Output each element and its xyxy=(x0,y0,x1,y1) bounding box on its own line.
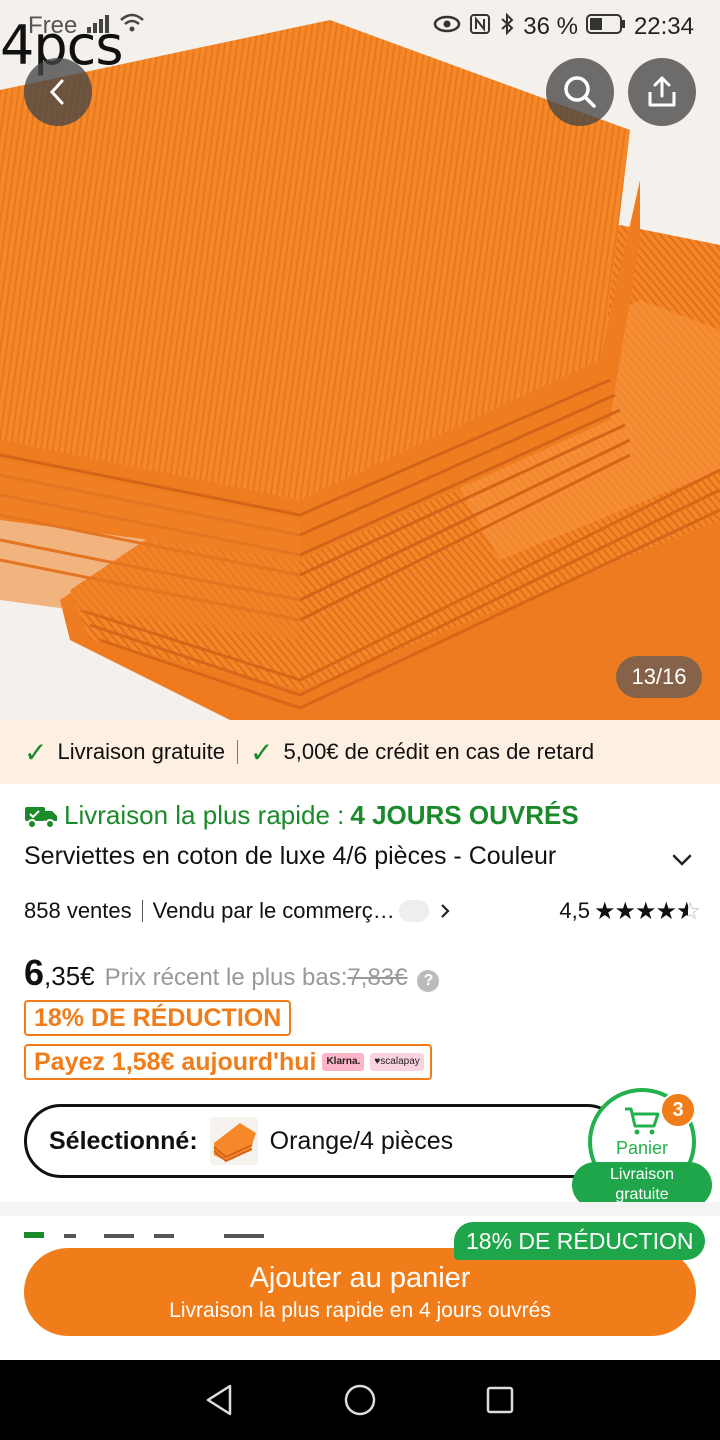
bluetooth-icon xyxy=(499,12,515,42)
cart-label: Panier xyxy=(615,1138,669,1158)
search-button[interactable] xyxy=(546,58,614,126)
nfc-icon xyxy=(469,13,491,41)
next-section-peek xyxy=(24,1232,264,1238)
add-to-cart-subtitle: Livraison la plus rapide en 4 jours ouvr… xyxy=(169,1298,551,1322)
status-bar: Free 36 % 22:34 xyxy=(0,8,720,44)
cta-discount-tag: 18% DE RÉDUCTION xyxy=(454,1222,706,1260)
divider xyxy=(237,740,239,764)
cart-icon xyxy=(625,1107,660,1135)
nav-recents-icon[interactable] xyxy=(480,1380,520,1420)
product-title-text: Serviettes en coton de luxe 4/6 pièces -… xyxy=(24,842,557,870)
product-meta-row: 858 ventes Vendu par le commerç… 4,5 ★★★… xyxy=(24,896,700,926)
add-to-cart-button[interactable]: Ajouter au panier Livraison la plus rapi… xyxy=(24,1248,696,1336)
seller-link[interactable]: Vendu par le commerç… xyxy=(153,898,395,924)
chevron-right-icon[interactable] xyxy=(435,901,455,921)
scalapay-logo: ♥scalapay xyxy=(370,1053,424,1071)
product-photo xyxy=(0,20,720,720)
price: 6,35€ xyxy=(24,952,95,993)
delivery-benefits-strip[interactable]: ✓ Livraison gratuite ✓ 5,00€ de crédit e… xyxy=(0,720,720,784)
selected-label: Sélectionné: xyxy=(49,1126,198,1155)
chevron-down-icon[interactable] xyxy=(670,848,694,872)
price-row: 6,35€ Prix récent le plus bas:7,83€ ? xyxy=(24,952,440,994)
cart-count-badge: 3 xyxy=(660,1092,696,1128)
chevron-left-icon xyxy=(49,79,64,105)
klarna-logo: Klarna. xyxy=(322,1053,365,1071)
fastest-delivery: Livraison la plus rapide : 4 JOURS OUVRÉ… xyxy=(24,800,579,831)
carrier-label: Free xyxy=(28,12,78,39)
variant-selector[interactable]: Sélectionné: Orange/4 pièces xyxy=(24,1104,624,1178)
check-icon: ✓ xyxy=(250,736,274,768)
eye-icon xyxy=(433,14,461,40)
image-pager: 13/16 xyxy=(616,656,702,698)
installment-badge[interactable]: Payez 1,58€ aujourd'hui Klarna. ♥scalapa… xyxy=(24,1044,432,1080)
add-to-cart-label: Ajouter au panier xyxy=(249,1261,471,1294)
section-divider xyxy=(0,1202,720,1216)
recent-lowest-price: Prix récent le plus bas:7,83€ xyxy=(104,964,408,991)
signal-icon xyxy=(85,13,111,39)
share-button[interactable] xyxy=(628,58,696,126)
search-icon xyxy=(564,76,596,108)
pay-today-text: Payez 1,58€ aujourd'hui xyxy=(34,1047,317,1076)
check-icon: ✓ xyxy=(24,736,48,768)
battery-percent: 36 % xyxy=(523,13,578,40)
help-icon[interactable]: ? xyxy=(417,970,440,992)
fastest-delivery-label: Livraison la plus rapide : xyxy=(64,800,345,830)
delivery-truck-icon xyxy=(25,806,57,829)
fastest-delivery-value: 4 JOURS OUVRÉS xyxy=(350,800,579,830)
nav-home-icon[interactable] xyxy=(340,1380,380,1420)
share-icon xyxy=(648,76,676,107)
wifi-icon xyxy=(119,13,145,39)
rating-value: 4,5 xyxy=(559,898,590,923)
late-credit-text: 5,00€ de crédit en cas de retard xyxy=(283,739,595,764)
rating[interactable]: 4,5 ★★★★★☆ xyxy=(559,897,700,926)
sales-count: 858 ventes xyxy=(24,898,132,923)
discount-badge: 18% DE RÉDUCTION xyxy=(24,1000,292,1036)
product-title[interactable]: Serviettes en coton de luxe 4/6 pièces -… xyxy=(24,842,700,876)
free-shipping-text: Livraison gratuite xyxy=(57,739,226,764)
variant-thumbnail xyxy=(209,1117,258,1165)
product-image-carousel[interactable]: 4pcs Free 36 % 22:34 13/16 xyxy=(0,0,720,720)
nav-back-icon[interactable] xyxy=(200,1380,240,1420)
back-button[interactable] xyxy=(24,58,92,126)
system-nav-bar xyxy=(0,1360,720,1440)
star-rating-icon: ★★★★★☆ xyxy=(593,897,700,925)
seller-logo xyxy=(398,900,429,922)
battery-icon xyxy=(585,13,626,41)
selected-value: Orange/4 pièces xyxy=(269,1126,454,1155)
clock: 22:34 xyxy=(633,13,694,40)
